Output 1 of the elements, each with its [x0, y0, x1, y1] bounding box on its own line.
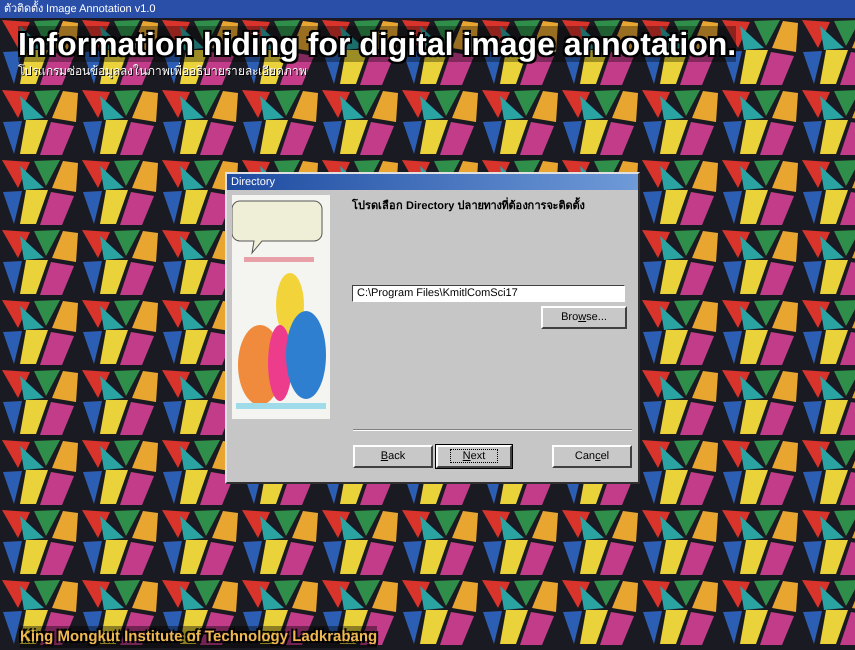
window-title: ตัวติดตั้ง Image Annotation v1.0 [0, 0, 855, 18]
